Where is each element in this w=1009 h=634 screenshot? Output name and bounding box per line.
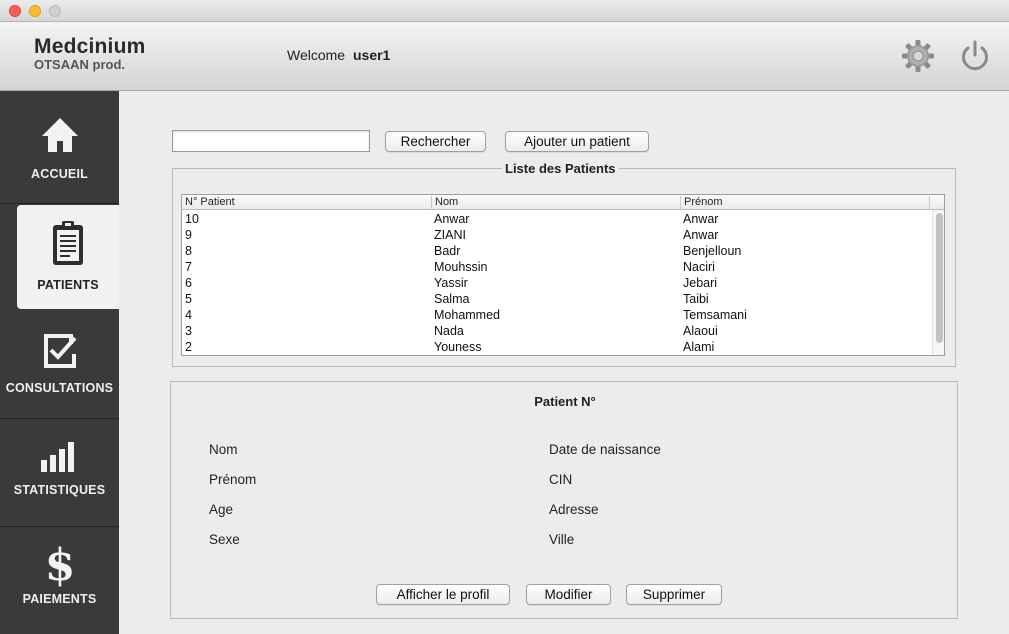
table-row[interactable]: 7 Mouhssin Naciri: [182, 259, 932, 275]
sidebar-item-label: STATISTIQUES: [13, 483, 106, 497]
field-label-adresse: Adresse: [549, 502, 599, 517]
gear-icon[interactable]: [900, 38, 936, 74]
bar-chart-icon: [0, 440, 119, 474]
sidebar-item-consultations[interactable]: CONSULTATIONS: [0, 318, 119, 419]
search-input[interactable]: [172, 130, 370, 152]
cell-prenom: Anwar: [683, 212, 719, 226]
cell-id: 10: [185, 212, 199, 226]
cell-id: 9: [185, 228, 192, 242]
field-label-ville: Ville: [549, 532, 575, 547]
main-content: Rechercher Ajouter un patient Liste des …: [119, 91, 1009, 634]
sidebar-item-patients[interactable]: PATIENTS: [17, 205, 119, 309]
cell-id: 8: [185, 244, 192, 258]
svg-text:$: $: [45, 542, 75, 588]
patient-detail-panel: Patient N° Nom Prénom Age Sexe Date de n…: [170, 381, 958, 619]
app-header: Medcinium OTSAAN prod. Welcome user1: [0, 22, 1009, 91]
welcome-message: Welcome user1: [287, 47, 390, 63]
cell-id: 5: [185, 292, 192, 306]
cell-id: 3: [185, 324, 192, 338]
cell-nom: Yassir: [434, 276, 468, 290]
welcome-text: Welcome: [287, 47, 346, 63]
cell-nom: ZIANI: [434, 228, 466, 242]
search-button[interactable]: Rechercher: [385, 131, 486, 152]
cell-nom: Badr: [434, 244, 461, 258]
cell-nom: Nada: [434, 324, 464, 338]
clipboard-icon: [17, 219, 119, 267]
field-label-date-naissance: Date de naissance: [549, 442, 661, 457]
delete-patient-button[interactable]: Supprimer: [626, 584, 722, 605]
cell-prenom: Temsamani: [683, 308, 747, 322]
scrollbar-thumb[interactable]: [936, 213, 943, 343]
cell-nom: Mouhssin: [434, 260, 488, 274]
table-row[interactable]: 2 Youness Alami: [182, 339, 932, 355]
cell-nom: Mohammed: [434, 308, 500, 322]
table-row[interactable]: 6 Yassir Jebari: [182, 275, 932, 291]
cell-nom: Anwar: [434, 212, 470, 226]
table-row[interactable]: 4 Mohammed Temsamani: [182, 307, 932, 323]
cell-prenom: Alaoui: [683, 324, 718, 338]
cell-prenom: Naciri: [683, 260, 715, 274]
field-label-age: Age: [209, 502, 234, 517]
table-row[interactable]: 5 Salma Taibi: [182, 291, 932, 307]
window-minimize-button[interactable]: [29, 5, 41, 17]
cell-prenom: Benjelloun: [683, 244, 742, 258]
add-patient-button[interactable]: Ajouter un patient: [505, 131, 649, 152]
show-profile-button[interactable]: Afficher le profil: [376, 584, 510, 605]
patient-detail-title: Patient N°: [534, 394, 596, 409]
cell-nom: Youness: [434, 340, 482, 354]
patients-table[interactable]: N° Patient Nom Prénom 10 Anwar Anwar 9 Z…: [181, 194, 945, 356]
sidebar-item-statistiques[interactable]: STATISTIQUES: [0, 420, 119, 527]
window-titlebar: [0, 0, 1009, 22]
checkbox-icon: [0, 330, 119, 370]
column-header-nom[interactable]: Nom: [432, 196, 681, 210]
dollar-icon: $: [0, 542, 119, 588]
sidebar-item-paiements[interactable]: $ PAIEMENTS: [0, 528, 119, 634]
sidebar-item-accueil[interactable]: ACCUEIL: [0, 91, 119, 204]
cell-id: 2: [185, 340, 192, 354]
table-row[interactable]: 9 ZIANI Anwar: [182, 227, 932, 243]
power-icon[interactable]: [957, 38, 993, 74]
cell-nom: Salma: [434, 292, 470, 306]
cell-id: 4: [185, 308, 192, 322]
app-brand: Medcinium OTSAAN prod.: [34, 36, 145, 72]
field-label-nom: Nom: [209, 442, 238, 457]
column-header-prenom[interactable]: Prénom: [681, 196, 930, 210]
edit-patient-button[interactable]: Modifier: [526, 584, 611, 605]
cell-prenom: Taibi: [683, 292, 709, 306]
cell-prenom: Anwar: [683, 228, 719, 242]
sidebar-item-label: PAIEMENTS: [22, 592, 97, 606]
cell-id: 6: [185, 276, 192, 290]
cell-prenom: Alami: [683, 340, 715, 354]
column-header-id[interactable]: N° Patient: [182, 196, 432, 210]
home-icon: [0, 115, 119, 155]
sidebar: ACCUEIL PATIENTS CONSULTATIONS STATISTIQ…: [0, 91, 119, 634]
cell-prenom: Jebari: [683, 276, 718, 290]
sidebar-item-label: CONSULTATIONS: [5, 381, 114, 395]
table-row[interactable]: 10 Anwar Anwar: [182, 211, 932, 227]
field-label-cin: CIN: [549, 472, 573, 487]
app-name: Medcinium: [34, 35, 146, 58]
table-row[interactable]: 3 Nada Alaoui: [182, 323, 932, 339]
sidebar-item-label: PATIENTS: [37, 278, 99, 292]
table-row[interactable]: 8 Badr Benjelloun: [182, 243, 932, 259]
patient-list-title: Liste des Patients: [502, 161, 619, 176]
sidebar-item-label: ACCUEIL: [31, 167, 88, 181]
window-maximize-button[interactable]: [49, 5, 61, 17]
username: user1: [352, 47, 391, 63]
window-close-button[interactable]: [9, 5, 21, 17]
cell-id: 7: [185, 260, 192, 274]
field-label-sexe: Sexe: [209, 532, 240, 547]
table-scrollbar[interactable]: [932, 210, 944, 355]
table-header: N° Patient Nom Prénom: [182, 195, 944, 210]
app-subtitle: OTSAAN prod.: [34, 57, 125, 72]
field-label-prenom: Prénom: [209, 472, 257, 487]
